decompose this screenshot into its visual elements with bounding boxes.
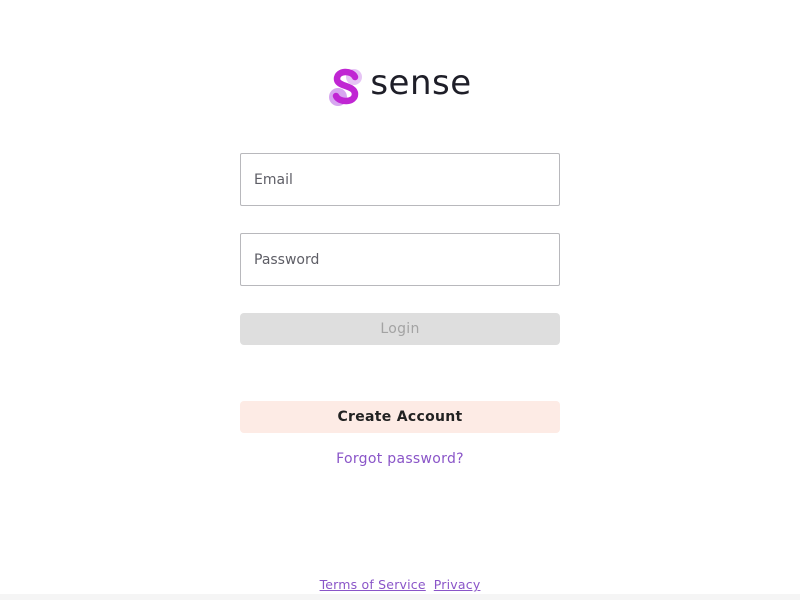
privacy-link[interactable]: Privacy [434,577,481,593]
email-field[interactable] [241,154,559,205]
bottom-edge [0,594,800,600]
create-account-button[interactable]: Create Account [240,401,560,433]
email-field-container [240,153,560,206]
password-field-container [240,233,560,286]
login-button[interactable]: Login [240,313,560,345]
footer-links: Terms of Service Privacy [0,577,800,593]
login-page: sense Login Create Account Forgot passwo… [0,0,800,600]
brand-name: sense [370,63,472,103]
forgot-password-link[interactable]: Forgot password? [0,450,800,468]
sense-s-logo-icon [329,68,363,106]
brand-logo: sense [0,63,800,110]
password-field[interactable] [241,234,559,285]
terms-of-service-link[interactable]: Terms of Service [320,577,426,593]
